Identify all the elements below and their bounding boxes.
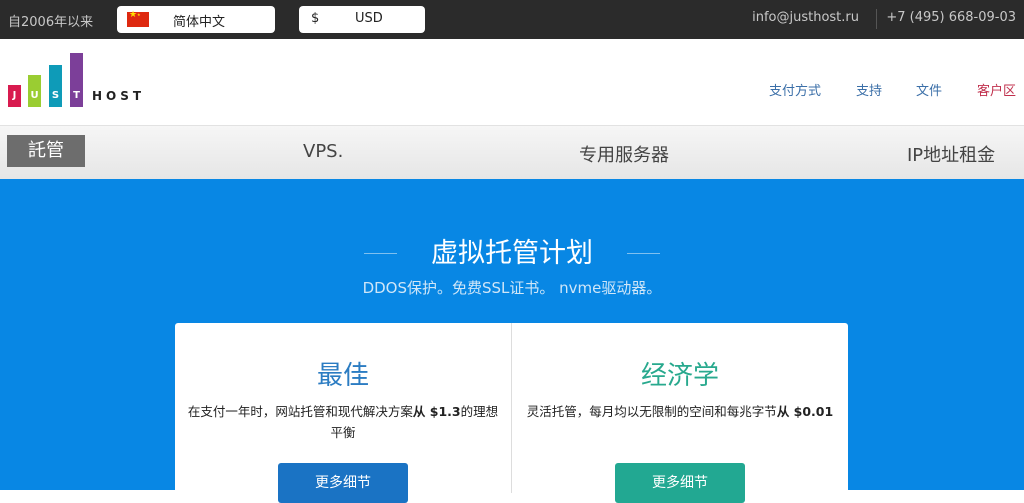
logo-bar-4 xyxy=(70,53,83,85)
plan-card-economy: 经济学 灵活托管，每月均以无限制的空间和每兆字节从 $0.01 更多细节 xyxy=(512,323,848,503)
more-details-button[interactable]: 更多细节 xyxy=(615,463,745,503)
logo-letter-s: S xyxy=(49,85,62,107)
logo-letter-u: U xyxy=(28,85,41,107)
hero-title: 虚拟托管计划 xyxy=(431,238,593,269)
hero-section: 虚拟托管计划 DDOS保护。免费SSL证书。 nvme驱动器。 最佳 在支付一年… xyxy=(0,179,1024,503)
email-link[interactable]: info@justhost.ru xyxy=(752,10,859,25)
logo-bar-3 xyxy=(49,65,62,85)
plan-description: 灵活托管，每月均以无限制的空间和每兆字节从 $0.01 xyxy=(524,401,836,422)
currency-symbol: $ xyxy=(311,11,320,26)
language-label: 简体中文 xyxy=(173,15,226,30)
menu-item-ip-rental[interactable]: IP地址租金 xyxy=(907,141,995,167)
nav-documents[interactable]: 文件 xyxy=(916,80,942,99)
plan-title: 最佳 xyxy=(316,361,369,391)
top-bar: 自2006年以来 ★ ★ 简体中文 $ USD info@justhost.ru … xyxy=(0,0,1024,39)
plan-price: 从 $0.01 xyxy=(776,404,834,419)
since-text: 自2006年以来 xyxy=(8,15,94,30)
divider xyxy=(876,9,877,29)
plan-desc-text: 灵活托管，每月均以无限制的空间和每兆字节 xyxy=(526,404,777,419)
plan-title: 经济学 xyxy=(640,361,719,391)
plan-desc-text: 在支付一年时，网站托管和现代解决方案 xyxy=(187,404,413,419)
header: J U S T HOST 支付方式 支持 文件 客户区 xyxy=(0,39,1024,125)
nav-payment-methods[interactable]: 支付方式 xyxy=(769,80,821,99)
logo-letter-t: T xyxy=(70,85,83,107)
menu-item-dedicated[interactable]: 专用服务器 xyxy=(579,141,669,167)
logo-letter-j: J xyxy=(8,85,21,107)
justhost-logo[interactable]: J U S T HOST xyxy=(8,53,153,107)
logo-bar-2 xyxy=(28,75,41,85)
phone-link[interactable]: +7 (495) 668-09-03 xyxy=(886,10,1016,25)
logo-host-text: HOST xyxy=(92,89,146,103)
more-details-button[interactable]: 更多细节 xyxy=(278,463,408,503)
currency-label: USD xyxy=(355,11,383,26)
nav-support[interactable]: 支持 xyxy=(856,80,882,99)
menu-item-vps[interactable]: VPS. xyxy=(303,141,343,162)
main-menu: 託管 VPS. 专用服务器 IP地址租金 xyxy=(0,125,1024,179)
language-selector[interactable]: ★ ★ 简体中文 xyxy=(117,6,275,33)
hero-subtitle: DDOS保护。免费SSL证书。 nvme驱动器。 xyxy=(362,279,662,297)
nav-client-area[interactable]: 客户区 xyxy=(977,80,1016,99)
china-flag-icon: ★ ★ xyxy=(127,10,149,27)
plan-description: 在支付一年时，网站托管和现代解决方案从 $1.3的理想平衡 xyxy=(187,401,499,443)
currency-selector[interactable]: $ USD xyxy=(299,6,425,33)
plan-price: 从 $1.3 xyxy=(412,404,461,419)
menu-item-hosting[interactable]: 託管 xyxy=(7,135,85,167)
plan-card-best: 最佳 在支付一年时，网站托管和现代解决方案从 $1.3的理想平衡 更多细节 xyxy=(175,323,511,503)
title-decoration-right xyxy=(627,253,660,254)
